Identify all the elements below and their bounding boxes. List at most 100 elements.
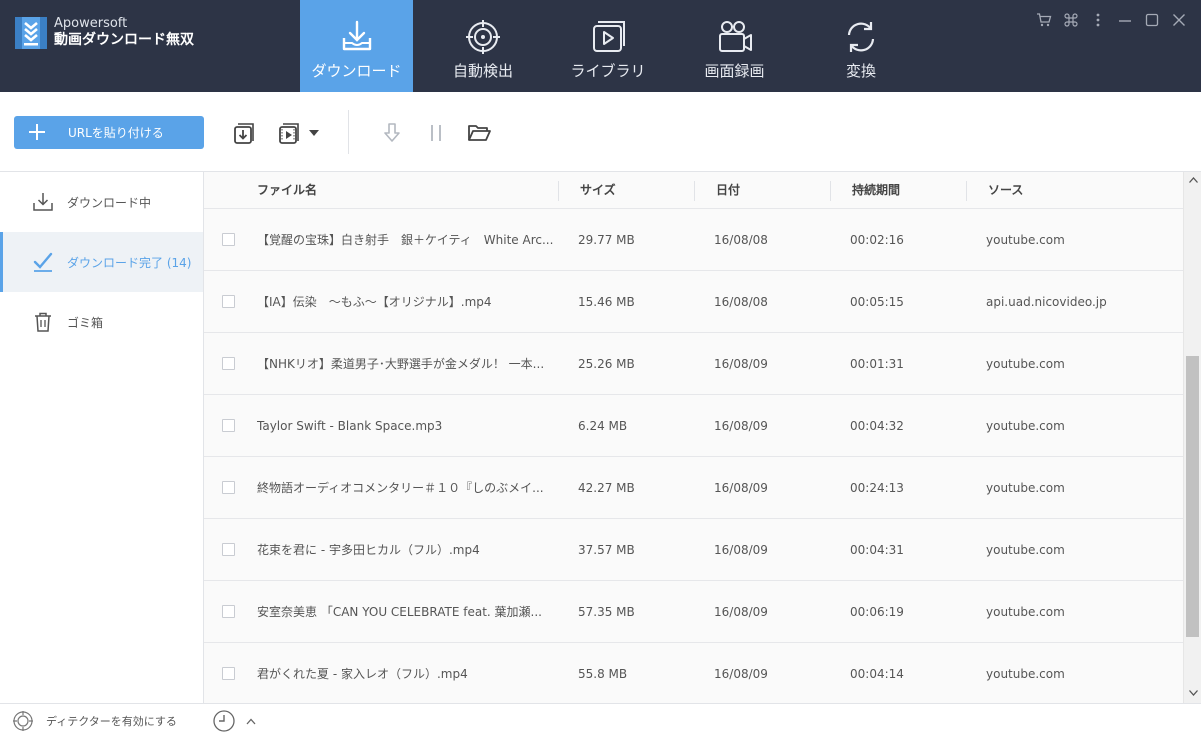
row-checkbox[interactable] xyxy=(222,481,235,494)
nav-label-convert: 変換 xyxy=(845,62,876,80)
toolbar-divider xyxy=(348,110,349,154)
row-checkbox[interactable] xyxy=(222,543,235,556)
table-row[interactable]: 【IA】伝染 ～もふ～【オリジナル】.mp4 15.46 MB 16/08/08… xyxy=(204,271,1183,333)
column-divider xyxy=(694,181,695,201)
nav-label-screen-record: 画面録画 xyxy=(704,62,765,80)
scroll-down-arrow-icon[interactable] xyxy=(1188,689,1198,699)
vertical-scrollbar[interactable] xyxy=(1183,172,1201,703)
cell-source: api.uad.nicovideo.jp xyxy=(986,295,1107,309)
download-box-icon[interactable] xyxy=(232,120,258,146)
row-checkbox[interactable] xyxy=(222,605,235,618)
app-window: Apowersoft 動画ダウンロード無双 ダウンロード 自動検出 ライブラリ … xyxy=(0,0,1201,737)
more-icon[interactable] xyxy=(1088,10,1108,30)
column-header-date[interactable]: 日付 xyxy=(716,172,740,209)
row-checkbox[interactable] xyxy=(222,357,235,370)
top-bar: Apowersoft 動画ダウンロード無双 ダウンロード 自動検出 ライブラリ … xyxy=(0,0,1201,92)
table-row[interactable]: 君がくれた夏 - 家入レオ（フル）.mp4 55.8 MB 16/08/09 0… xyxy=(204,643,1183,703)
detector-label: ディテクターを有効にする xyxy=(46,715,177,728)
nav-tab-download[interactable]: ダウンロード xyxy=(300,0,413,92)
minimize-icon[interactable] xyxy=(1115,10,1135,30)
cell-source: youtube.com xyxy=(986,481,1065,495)
row-checkbox[interactable] xyxy=(222,233,235,246)
maximize-icon[interactable] xyxy=(1142,10,1162,30)
cell-date: 16/08/08 xyxy=(714,295,768,309)
cell-source: youtube.com xyxy=(986,357,1065,371)
cell-source: youtube.com xyxy=(986,419,1065,433)
cell-size: 37.57 MB xyxy=(578,543,635,557)
column-header-filename[interactable]: ファイル名 xyxy=(257,172,317,209)
library-play-icon xyxy=(593,21,625,52)
table-row[interactable]: 【NHKリオ】柔道男子･大野選手が金メダル！ 一本... 25.26 MB 16… xyxy=(204,333,1183,395)
row-checkbox[interactable] xyxy=(222,295,235,308)
sidebar-item-trash[interactable]: ゴミ箱 xyxy=(0,292,203,352)
sidebar: ダウンロード中 ダウンロード完了 (14) ゴミ箱 xyxy=(0,172,204,703)
sidebar-item-completed[interactable]: ダウンロード完了 (14) xyxy=(0,232,203,292)
scroll-up-arrow-icon[interactable] xyxy=(1188,176,1198,186)
sidebar-item-label: ゴミ箱 xyxy=(67,315,104,330)
chevron-up-icon[interactable] xyxy=(246,718,256,725)
dropdown-arrow-icon[interactable] xyxy=(306,120,322,146)
sidebar-item-downloading[interactable]: ダウンロード中 xyxy=(0,172,203,232)
cell-size: 6.24 MB xyxy=(578,419,628,433)
brand-name: Apowersoft xyxy=(54,16,128,31)
open-folder-icon[interactable] xyxy=(466,120,492,146)
close-icon[interactable] xyxy=(1169,10,1189,30)
checkmark-icon xyxy=(33,252,53,272)
column-header-size[interactable]: サイズ xyxy=(580,172,616,209)
cell-duration: 00:02:16 xyxy=(850,233,904,247)
cell-size: 15.46 MB xyxy=(578,295,635,309)
row-checkbox[interactable] xyxy=(222,419,235,432)
nav-label-auto-detect: 自動検出 xyxy=(452,62,513,80)
clock-icon xyxy=(213,710,235,732)
cell-date: 16/08/09 xyxy=(714,543,768,557)
table-row[interactable]: 安室奈美恵 「CAN YOU CELEBRATE feat. 葉加瀬... 57… xyxy=(204,581,1183,643)
cell-date: 16/08/09 xyxy=(714,667,768,681)
nav-tab-library[interactable]: ライブラリ xyxy=(553,0,663,92)
cell-duration: 00:01:31 xyxy=(850,357,904,371)
row-checkbox[interactable] xyxy=(222,667,235,680)
cart-icon[interactable] xyxy=(1034,10,1054,30)
nav-label-download: ダウンロード xyxy=(311,62,402,80)
cell-size: 55.8 MB xyxy=(578,667,628,681)
table-row[interactable]: Taylor Swift - Blank Space.mp3 6.24 MB 1… xyxy=(204,395,1183,457)
nav-tab-screen-record[interactable]: 画面録画 xyxy=(663,0,806,92)
cell-date: 16/08/09 xyxy=(714,357,768,371)
schedule-button[interactable] xyxy=(212,704,256,737)
cell-source: youtube.com xyxy=(986,543,1065,557)
table-header: ファイル名 サイズ 日付 持続期間 ソース xyxy=(204,172,1183,209)
table-row[interactable]: 【覚醒の宝珠】白き射手 銀＋ケイティ White Arc... 29.77 MB… xyxy=(204,209,1183,271)
cell-duration: 00:04:14 xyxy=(850,667,904,681)
cell-filename: 【NHKリオ】柔道男子･大野選手が金メダル！ 一本... xyxy=(257,357,545,371)
main-nav: ダウンロード 自動検出 ライブラリ 画面録画 変換 xyxy=(300,0,916,92)
brand: Apowersoft 動画ダウンロード無双 xyxy=(14,16,194,50)
nav-tab-convert[interactable]: 変換 xyxy=(806,0,916,92)
cell-filename: 花束を君に - 宇多田ヒカル（フル）.mp4 xyxy=(257,543,480,557)
detector-icon xyxy=(13,711,33,731)
scroll-thumb[interactable] xyxy=(1186,356,1199,637)
product-name: 動画ダウンロード無双 xyxy=(54,32,194,48)
resume-download-icon[interactable] xyxy=(379,120,405,146)
pause-icon[interactable] xyxy=(423,120,449,146)
nav-tab-auto-detect[interactable]: 自動検出 xyxy=(413,0,553,92)
download-tray-icon xyxy=(342,20,371,51)
column-header-duration[interactable]: 持続期間 xyxy=(852,172,900,209)
target-icon xyxy=(466,20,500,54)
cell-source: youtube.com xyxy=(986,667,1065,681)
cell-filename: 終物語オーディオコメンタリー＃１０『しのぶメイ... xyxy=(257,481,544,495)
nav-label-library: ライブラリ xyxy=(570,62,646,80)
cell-date: 16/08/09 xyxy=(714,605,768,619)
cell-date: 16/08/09 xyxy=(714,419,768,433)
table-row[interactable]: 花束を君に - 宇多田ヒカル（フル）.mp4 37.57 MB 16/08/09… xyxy=(204,519,1183,581)
command-icon[interactable] xyxy=(1061,10,1081,30)
column-divider xyxy=(558,181,559,201)
detector-toggle[interactable]: ディテクターを有効にする xyxy=(12,704,177,737)
file-table: ファイル名 サイズ 日付 持続期間 ソース 【覚醒の宝珠】白き射手 銀＋ケイティ… xyxy=(204,172,1183,703)
cell-duration: 00:06:19 xyxy=(850,605,904,619)
sidebar-item-label: ダウンロード完了 (14) xyxy=(67,255,192,270)
table-row[interactable]: 終物語オーディオコメンタリー＃１０『しのぶメイ... 42.27 MB 16/0… xyxy=(204,457,1183,519)
paste-url-button[interactable]: URLを貼り付ける xyxy=(14,116,204,149)
video-format-icon[interactable] xyxy=(277,120,303,146)
column-header-source[interactable]: ソース xyxy=(988,172,1023,209)
cell-duration: 00:24:13 xyxy=(850,481,904,495)
cell-size: 57.35 MB xyxy=(578,605,635,619)
